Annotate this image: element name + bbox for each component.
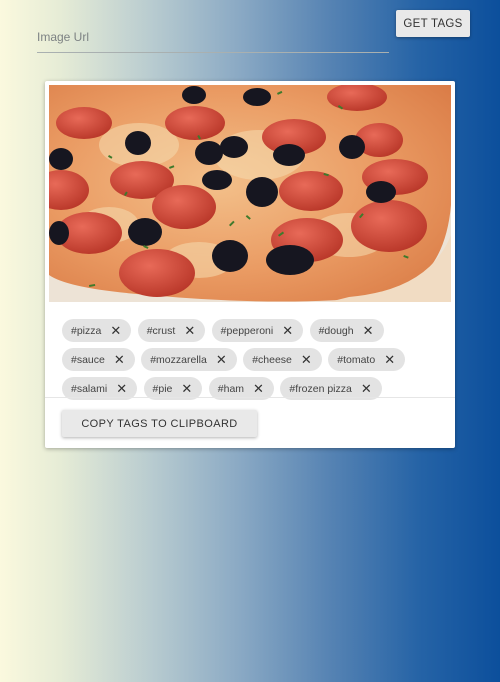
- image-url-field[interactable]: [37, 22, 389, 53]
- get-tags-button[interactable]: GET TAGS: [396, 10, 470, 37]
- tag-chip: #crust ✕: [137, 319, 206, 342]
- image-tags-card: #pizza ✕ #crust ✕ #pepperoni ✕ #dough ✕ #sau…: [45, 81, 455, 448]
- tag-chip: #dough ✕: [309, 319, 384, 342]
- tag-chip: #cheese ✕: [243, 348, 322, 371]
- remove-tag-icon[interactable]: ✕: [282, 324, 293, 337]
- pizza-image: [49, 85, 451, 302]
- tag-chip: #pepperoni ✕: [211, 319, 304, 342]
- remove-tag-icon[interactable]: ✕: [361, 382, 372, 395]
- tag-label: #pie: [152, 382, 173, 395]
- tag-chip: #sauce ✕: [62, 348, 135, 371]
- remove-tag-icon[interactable]: ✕: [301, 353, 312, 366]
- tag-chip: #mozzarella ✕: [141, 348, 237, 371]
- tag-label: #pizza: [71, 324, 102, 337]
- tag-label: #salami: [71, 382, 108, 395]
- tag-label: #cheese: [252, 353, 292, 366]
- remove-tag-icon[interactable]: ✕: [363, 324, 374, 337]
- remove-tag-icon[interactable]: ✕: [181, 382, 192, 395]
- tag-label: #tomato: [337, 353, 376, 366]
- remove-tag-icon[interactable]: ✕: [114, 353, 125, 366]
- remove-tag-icon[interactable]: ✕: [184, 324, 195, 337]
- card-divider: [45, 397, 455, 398]
- tag-chip-list: #pizza ✕ #crust ✕ #pepperoni ✕ #dough ✕ #sau…: [62, 319, 442, 406]
- remove-tag-icon[interactable]: ✕: [253, 382, 264, 395]
- remove-tag-icon[interactable]: ✕: [216, 353, 227, 366]
- tag-label: #crust: [146, 324, 176, 337]
- remove-tag-icon[interactable]: ✕: [384, 353, 395, 366]
- tag-chip: #pizza ✕: [62, 319, 132, 342]
- tag-label: #pepperoni: [220, 324, 274, 337]
- tag-label: #dough: [318, 324, 354, 337]
- remove-tag-icon[interactable]: ✕: [110, 324, 121, 337]
- tag-label: #frozen pizza: [289, 382, 352, 395]
- tag-label: #mozzarella: [150, 353, 207, 366]
- tag-chip: #tomato ✕: [328, 348, 406, 371]
- tag-label: #sauce: [71, 353, 105, 366]
- tag-label: #ham: [217, 382, 245, 395]
- copy-tags-button[interactable]: COPY TAGS TO CLIPBOARD: [62, 410, 257, 437]
- remove-tag-icon[interactable]: ✕: [116, 382, 127, 395]
- image-url-input[interactable]: [37, 22, 389, 53]
